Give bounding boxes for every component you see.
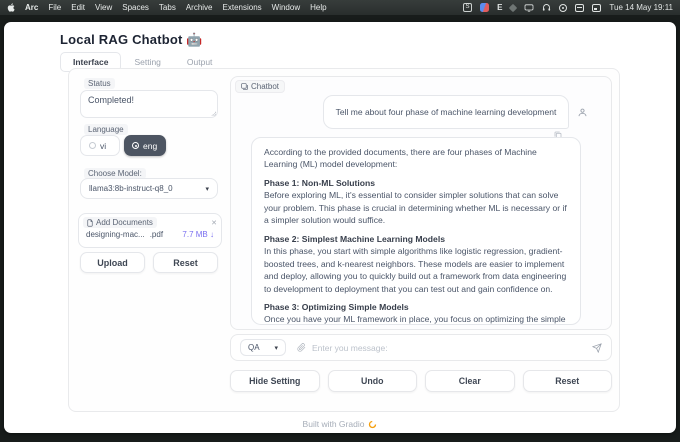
message-input[interactable]: [312, 343, 592, 353]
undo-button[interactable]: Undo: [328, 370, 418, 392]
status-label: Status: [84, 78, 115, 89]
drop-icon[interactable]: [509, 3, 517, 11]
chevron-down-icon: ▾: [274, 344, 278, 352]
menu-item-view[interactable]: View: [95, 3, 112, 12]
bot-heading-3: Phase 3: Optimizing Simple Models: [264, 301, 568, 313]
bot-body-3: Once you have your ML framework in place…: [264, 313, 568, 325]
upload-button[interactable]: Upload: [80, 252, 145, 273]
apple-logo-icon[interactable]: [7, 3, 15, 12]
e-icon[interactable]: E: [497, 3, 502, 12]
hide-setting-button[interactable]: Hide Setting: [230, 370, 320, 392]
calendar-icon[interactable]: [575, 4, 584, 12]
bot-body-2: In this phase, you start with simple alg…: [264, 245, 568, 295]
add-documents-label: Add Documents: [83, 217, 157, 228]
bot-intro: According to the provided documents, the…: [264, 146, 568, 171]
documents-header: Add Documents ✕: [79, 214, 221, 229]
menu-item-window[interactable]: Window: [272, 3, 300, 12]
language-option-eng-label: eng: [143, 141, 157, 151]
menu-item-help[interactable]: Help: [310, 3, 326, 12]
user-message-bubble: Tell me about four phase of machine lear…: [323, 95, 569, 129]
mode-dropdown-value: QA: [248, 343, 260, 352]
chatbot-panel: Chatbot Tell me about four phase of mach…: [230, 76, 612, 330]
model-dropdown-value: llama3:8b-instruct-q8_0: [89, 184, 173, 193]
menu-item-spaces[interactable]: Spaces: [122, 3, 149, 12]
gradio-footer-link[interactable]: Built with Gradio: [4, 419, 676, 429]
menu-bar-status-area: S E Tue 14 May 19:11: [463, 3, 673, 12]
menu-item-archive[interactable]: Archive: [186, 3, 213, 12]
close-icon[interactable]: ✕: [211, 219, 217, 227]
bot-heading-2: Phase 2: Simplest Machine Learning Model…: [264, 233, 568, 245]
macos-menu-bar: Arc File Edit View Spaces Tabs Archive E…: [0, 0, 680, 15]
mode-dropdown[interactable]: QA ▾: [240, 339, 286, 356]
file-icon: [87, 219, 93, 227]
display-icon[interactable]: [524, 4, 534, 12]
reset-documents-button[interactable]: Reset: [153, 252, 218, 273]
stage-manager-icon[interactable]: [592, 4, 601, 12]
model-dropdown[interactable]: llama3:8b-instruct-q8_0 ▾: [80, 178, 218, 199]
user-message-text: Tell me about four phase of machine lear…: [336, 107, 557, 117]
file-name: designing-mac...: [86, 230, 145, 239]
headphones-icon[interactable]: [542, 3, 551, 12]
status-textbox[interactable]: Completed!: [80, 90, 218, 118]
clear-button[interactable]: Clear: [425, 370, 515, 392]
bot-body-1: Before exploring ML, it's essential to c…: [264, 189, 568, 226]
menu-item-file[interactable]: File: [48, 3, 61, 12]
chatbot-label: Chatbot: [235, 80, 285, 93]
send-icon[interactable]: [592, 343, 602, 353]
gradio-logo-icon: [368, 420, 377, 429]
paperclip-icon[interactable]: [297, 343, 306, 352]
menu-item-extensions[interactable]: Extensions: [223, 3, 262, 12]
file-size-download-link[interactable]: 7.7 MB ↓: [182, 230, 214, 239]
desktop-screen: Arc File Edit View Spaces Tabs Archive E…: [0, 0, 680, 442]
menu-bar-clock[interactable]: Tue 14 May 19:11: [609, 3, 673, 12]
footer-text: Built with Gradio: [303, 419, 365, 429]
chat-icon: [241, 83, 248, 90]
documents-upload-box[interactable]: Add Documents ✕ designing-mac... .pdf 7.…: [78, 213, 222, 248]
bot-message-panel: According to the provided documents, the…: [251, 137, 581, 325]
record-icon[interactable]: [559, 4, 567, 12]
language-option-vi-label: vi: [100, 141, 106, 151]
radio-unselected-icon: [89, 142, 96, 149]
password-icon[interactable]: [480, 3, 489, 12]
resize-handle[interactable]: [211, 111, 216, 116]
radio-selected-icon: [132, 142, 139, 149]
s-badge-icon[interactable]: S: [463, 3, 472, 12]
menu-item-edit[interactable]: Edit: [71, 3, 85, 12]
menu-item-tabs[interactable]: Tabs: [159, 3, 176, 12]
user-avatar-icon: [577, 107, 588, 118]
menu-bar-left: Arc File Edit View Spaces Tabs Archive E…: [7, 3, 327, 12]
bot-heading-1: Phase 1: Non-ML Solutions: [264, 177, 568, 189]
language-label: Language: [84, 124, 128, 135]
browser-page: Local RAG Chatbot 🤖 Interface Setting Ou…: [4, 22, 676, 433]
language-option-vi[interactable]: vi: [80, 135, 120, 156]
file-extension: .pdf: [150, 230, 163, 239]
chat-action-buttons: Hide Setting Undo Clear Reset: [230, 370, 612, 392]
reset-button[interactable]: Reset: [523, 370, 613, 392]
page-title: Local RAG Chatbot 🤖: [60, 32, 203, 48]
language-option-eng[interactable]: eng: [124, 135, 166, 156]
chevron-down-icon: ▾: [205, 185, 209, 193]
status-value: Completed!: [88, 95, 134, 105]
uploaded-file-row: designing-mac... .pdf 7.7 MB ↓: [79, 229, 221, 239]
message-input-bar: QA ▾: [230, 334, 612, 361]
menu-item-arc[interactable]: Arc: [25, 3, 38, 12]
